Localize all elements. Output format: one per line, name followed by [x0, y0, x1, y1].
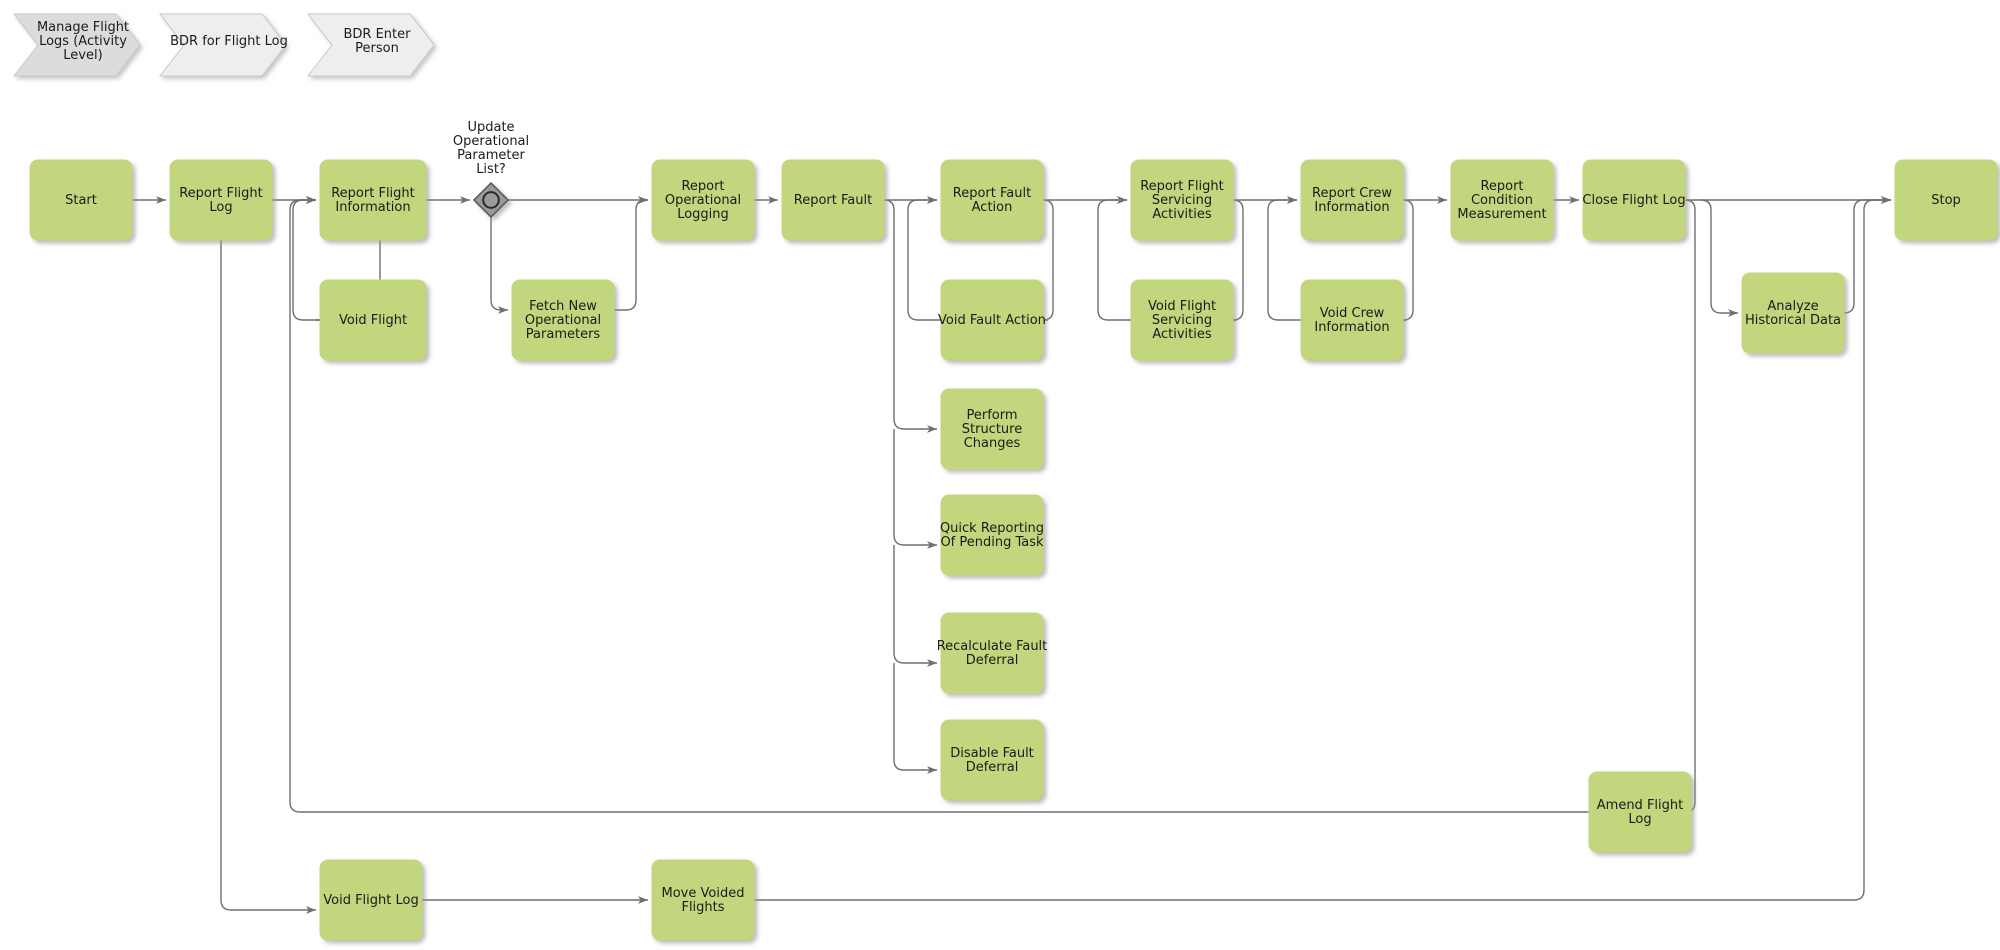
e-void-flight-to-report-flight-information — [292, 196, 320, 321]
e-void-crew-information-to-report-crew-information — [1267, 196, 1301, 321]
node-perform-structure-changes[interactable]: Perform Structure Changes — [940, 388, 1044, 470]
node-void-flight[interactable]: Void Flight — [319, 279, 427, 361]
crumb-manage-flight-logs[interactable]: Manage Flight Logs (Activity Level) — [12, 13, 141, 77]
crumb-bdr-flight-log-label: BDR for Flight Log — [170, 34, 288, 49]
node-void-flight-servicing-activities-label: Void Flight Servicing Activities — [1148, 299, 1216, 342]
node-void-crew-information[interactable]: Void Crew Information — [1300, 279, 1404, 361]
e-void-flight-servicing-activities-to-report-flight-servicing-activities — [1097, 196, 1131, 321]
node-void-flight-log-label: Void Flight Log — [323, 893, 418, 908]
node-report-fault-action[interactable]: Report Fault Action — [940, 159, 1044, 241]
gateway-gw-update-operational-parameter-list-inclusive-marker-icon — [482, 191, 500, 209]
e-report-fault-action-to-void-fault-action — [1038, 199, 1054, 324]
crumb-bdr-flight-log[interactable]: BDR for Flight Log — [158, 13, 288, 77]
node-report-fault-label: Report Fault — [794, 193, 872, 208]
node-report-flight-servicing-activities[interactable]: Report Flight Servicing Activities — [1130, 159, 1234, 241]
crumb-bdr-enter-person[interactable]: BDR Enter Person — [306, 13, 435, 77]
node-void-crew-information-label: Void Crew Information — [1314, 306, 1389, 335]
e-analyze-historical-data-to-stop — [1843, 196, 1891, 314]
node-perform-structure-changes-label: Perform Structure Changes — [962, 408, 1022, 451]
node-report-flight-servicing-activities-label: Report Flight Servicing Activities — [1140, 179, 1224, 222]
node-fetch-new-operational-parameters[interactable]: Fetch New Operational Parameters — [511, 279, 615, 361]
breadcrumb-chevrons: Manage Flight Logs (Activity Level) BDR for… — [12, 13, 435, 77]
node-close-flight-log-label: Close Flight Log — [1582, 193, 1685, 208]
e-report-crew-information-to-void-crew-information — [1397, 199, 1414, 324]
e-report-fault-to-perform-structure-changes — [883, 199, 937, 433]
node-void-flight-servicing-activities[interactable]: Void Flight Servicing Activities — [1130, 279, 1234, 361]
e-void-fault-action-to-report-fault-action — [907, 196, 941, 321]
e-report-fault-to-disable-fault-deferral — [893, 663, 937, 774]
node-stop-label: Stop — [1931, 193, 1961, 208]
node-void-flight-label: Void Flight — [339, 313, 407, 328]
node-quick-reporting-of-pending-task-label: Quick Reporting Of Pending Task — [940, 521, 1044, 550]
node-stop[interactable]: Stop — [1894, 159, 1998, 241]
node-report-flight-log[interactable]: Report Flight Log — [169, 159, 273, 241]
node-report-operational-logging[interactable]: Report Operational Logging — [651, 159, 755, 241]
node-report-fault[interactable]: Report Fault — [781, 159, 885, 241]
node-start-label: Start — [65, 193, 97, 208]
e-fetch-new-operational-parameters-to-report-operational-logging — [614, 196, 648, 311]
node-quick-reporting-of-pending-task[interactable]: Quick Reporting Of Pending Task — [940, 494, 1044, 576]
node-void-flight-log[interactable]: Void Flight Log — [319, 859, 423, 941]
node-close-flight-log[interactable]: Close Flight Log — [1582, 159, 1686, 241]
node-void-fault-action[interactable]: Void Fault Action — [938, 279, 1046, 361]
node-recalculate-fault-deferral[interactable]: Recalculate Fault Deferral — [937, 612, 1048, 694]
e-gateway-to-fetch-new-operational-parameters — [490, 217, 508, 314]
e-report-fault-to-recalculate-fault-deferral — [893, 545, 937, 667]
gateway-nodes: Update Operational Parameter List? — [453, 120, 529, 219]
node-disable-fault-deferral[interactable]: Disable Fault Deferral — [940, 719, 1044, 801]
gateway-gw-update-operational-parameter-list-label: Update Operational Parameter List? — [453, 120, 529, 177]
node-analyze-historical-data[interactable]: Analyze Historical Data — [1741, 272, 1845, 354]
e-report-fault-to-quick-reporting-of-pending-task — [893, 429, 937, 549]
e-report-flight-log-to-void-flight-log — [220, 240, 316, 914]
flowchart-canvas: Manage Flight Logs (Activity Level) BDR for… — [0, 0, 2000, 950]
e-report-flight-servicing-activities-to-void-flight-servicing-activities — [1227, 199, 1244, 324]
node-report-crew-information[interactable]: Report Crew Information — [1300, 159, 1404, 241]
node-void-fault-action-label: Void Fault Action — [938, 313, 1046, 328]
node-amend-flight-log[interactable]: Amend Flight Log — [1588, 771, 1692, 853]
node-report-condition-measurement[interactable]: Report Condition Measurement — [1450, 159, 1554, 241]
gateway-gw-update-operational-parameter-list[interactable]: Update Operational Parameter List? — [453, 120, 529, 219]
node-report-crew-information-label: Report Crew Information — [1312, 186, 1392, 215]
e-close-flight-log-to-analyze-historical-data — [1700, 199, 1738, 317]
node-report-flight-information[interactable]: Report Flight Information — [319, 159, 427, 241]
flowchart-svg: Manage Flight Logs (Activity Level) BDR for… — [12, 13, 1998, 941]
activity-nodes: Start Report Flight Log Report Flight Inform… — [29, 159, 1998, 941]
node-start[interactable]: Start — [29, 159, 133, 241]
e-close-flight-log-to-amend-flight-log — [1681, 199, 1696, 816]
node-report-flight-information-label: Report Flight Information — [331, 186, 415, 215]
node-fetch-new-operational-parameters-label: Fetch New Operational Parameters — [525, 299, 601, 342]
node-move-voided-flights[interactable]: Move Voided Flights — [651, 859, 755, 941]
